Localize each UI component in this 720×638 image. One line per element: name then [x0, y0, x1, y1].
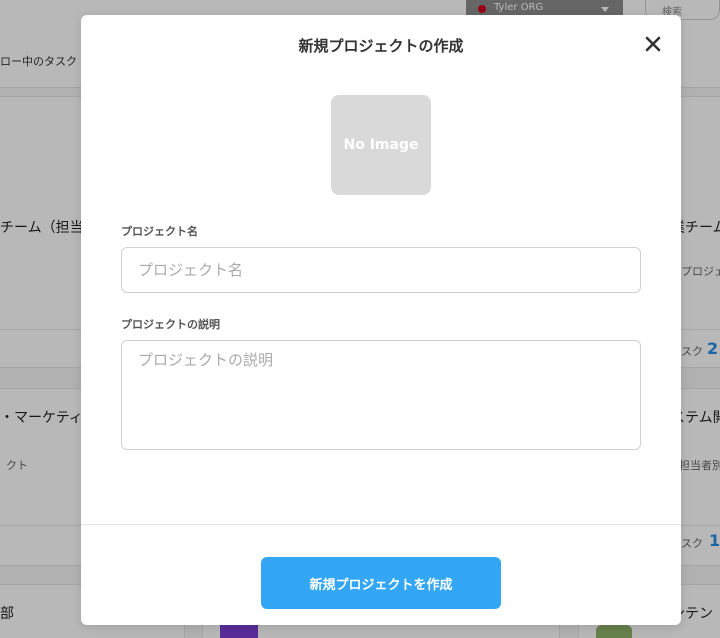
- project-description-input[interactable]: [121, 340, 641, 450]
- project-name-input[interactable]: [121, 247, 641, 293]
- close-button[interactable]: [643, 34, 663, 54]
- dialog-divider: [81, 524, 681, 525]
- no-image-label: No Image: [343, 137, 419, 153]
- project-description-label: プロジェクトの説明: [121, 318, 220, 331]
- project-name-label: プロジェクト名: [121, 225, 198, 238]
- create-project-button[interactable]: 新規プロジェクトを作成: [261, 557, 501, 609]
- close-icon: [645, 36, 661, 52]
- project-image-upload[interactable]: No Image: [331, 95, 431, 195]
- dialog-title: 新規プロジェクトの作成: [298, 37, 464, 55]
- new-project-dialog: 新規プロジェクトの作成 No Image プロジェクト名 プロジェクトの説明 新…: [81, 15, 681, 625]
